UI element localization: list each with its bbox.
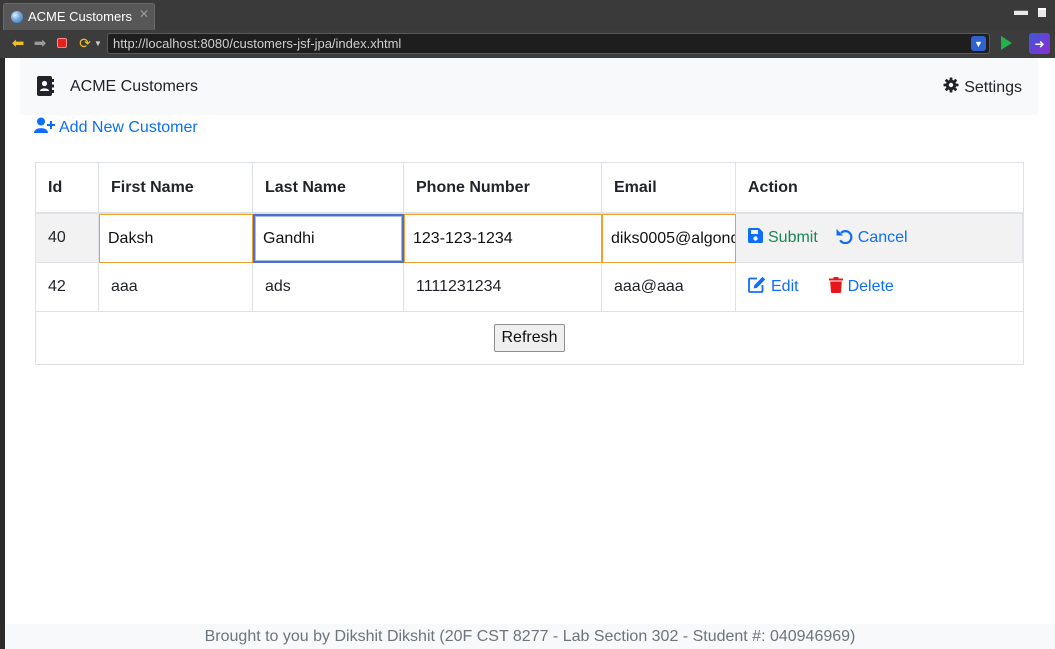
submit-button[interactable]: Submit xyxy=(748,228,818,248)
add-new-customer-link[interactable]: Add New Customer xyxy=(34,117,198,139)
row-id: 42 xyxy=(36,263,99,311)
browser-tab[interactable]: ACME Customers ✕ xyxy=(3,3,155,30)
column-header-last-name: Last Name xyxy=(253,163,404,212)
column-header-action: Action xyxy=(748,178,798,196)
email-cell: aaa@aaa xyxy=(602,263,736,311)
column-header-phone: Phone Number xyxy=(404,163,602,212)
column-header-first-name: First Name xyxy=(99,163,253,212)
settings-link[interactable]: Settings xyxy=(943,77,1022,98)
go-play-icon[interactable] xyxy=(1001,36,1012,50)
refresh-button[interactable]: Refresh xyxy=(494,324,565,352)
cancel-label: Cancel xyxy=(857,229,908,246)
edit-label: Edit xyxy=(771,278,799,295)
address-book-icon xyxy=(36,76,54,101)
url-input[interactable] xyxy=(108,34,968,53)
user-plus-icon xyxy=(34,117,55,139)
submit-label: Submit xyxy=(768,229,818,246)
reload-menu-chevron-icon[interactable]: ▼ xyxy=(94,39,102,48)
forward-arrow-icon[interactable]: ➡ xyxy=(31,34,49,52)
phone-input[interactable] xyxy=(404,214,602,263)
undo-icon xyxy=(836,228,853,249)
cancel-button[interactable]: Cancel xyxy=(836,228,908,249)
reload-icon[interactable]: ⟳ xyxy=(76,34,94,52)
page-viewport: ACME Customers Settings Add New Customer… xyxy=(5,58,1055,649)
action-cell: Edit Delete xyxy=(736,263,1023,311)
table-header-row: Id First Name Last Name Phone Number Ema… xyxy=(36,163,1023,213)
url-dropdown-chevron-icon[interactable]: ▼ xyxy=(971,36,986,51)
refresh-row: Refresh xyxy=(36,312,1023,364)
tab-close-icon[interactable]: ✕ xyxy=(139,7,149,21)
stop-icon[interactable] xyxy=(53,34,71,52)
browser-nav-bar: ⬅ ➡ ⟳ ▼ ▼ ➜ xyxy=(0,30,1055,58)
column-header-email: Email xyxy=(602,163,736,212)
page-footer: Brought to you by Dikshit Dikshit (20F C… xyxy=(5,624,1055,649)
back-arrow-icon[interactable]: ⬅ xyxy=(9,34,27,52)
edit-pencil-icon xyxy=(748,276,766,298)
row-id: 40 xyxy=(36,214,99,262)
extension-icon[interactable]: ➜ xyxy=(1029,33,1050,54)
table-row: 42 aaa ads 1111231234 aaa@aaa Edit Delet… xyxy=(36,263,1023,312)
last-name-cell: ads xyxy=(253,263,404,311)
gear-icon xyxy=(943,77,959,98)
customers-table: Id First Name Last Name Phone Number Ema… xyxy=(35,162,1024,365)
browser-tab-bar: ACME Customers ✕ ▬ xyxy=(0,0,1055,30)
trash-icon xyxy=(828,276,843,298)
delete-label: Delete xyxy=(847,278,894,295)
table-row-editing: 40 Submit Cancel Daksh Gandhi 123-123-12… xyxy=(36,213,1023,263)
minimize-icon[interactable]: ▬ xyxy=(1014,2,1028,18)
email-input[interactable] xyxy=(602,214,736,263)
browser-tab-title: ACME Customers xyxy=(28,9,133,24)
first-name-cell: aaa xyxy=(99,263,253,311)
address-bar[interactable]: ▼ xyxy=(107,33,990,54)
first-name-input[interactable] xyxy=(99,214,253,263)
maximize-icon[interactable] xyxy=(1038,8,1046,17)
brand-title: ACME Customers xyxy=(70,78,199,95)
globe-icon xyxy=(11,11,23,23)
app-header: ACME Customers Settings xyxy=(20,58,1038,115)
floppy-disk-icon xyxy=(748,228,763,248)
action-cell: Submit Cancel xyxy=(736,214,1023,262)
delete-button[interactable]: Delete xyxy=(828,276,894,298)
last-name-input[interactable] xyxy=(253,214,404,263)
edit-button[interactable]: Edit xyxy=(748,276,799,298)
add-new-customer-label: Add New Customer xyxy=(59,119,198,136)
column-header-id: Id xyxy=(36,163,99,212)
phone-cell: 1111231234 xyxy=(404,263,602,311)
settings-label: Settings xyxy=(964,78,1022,96)
